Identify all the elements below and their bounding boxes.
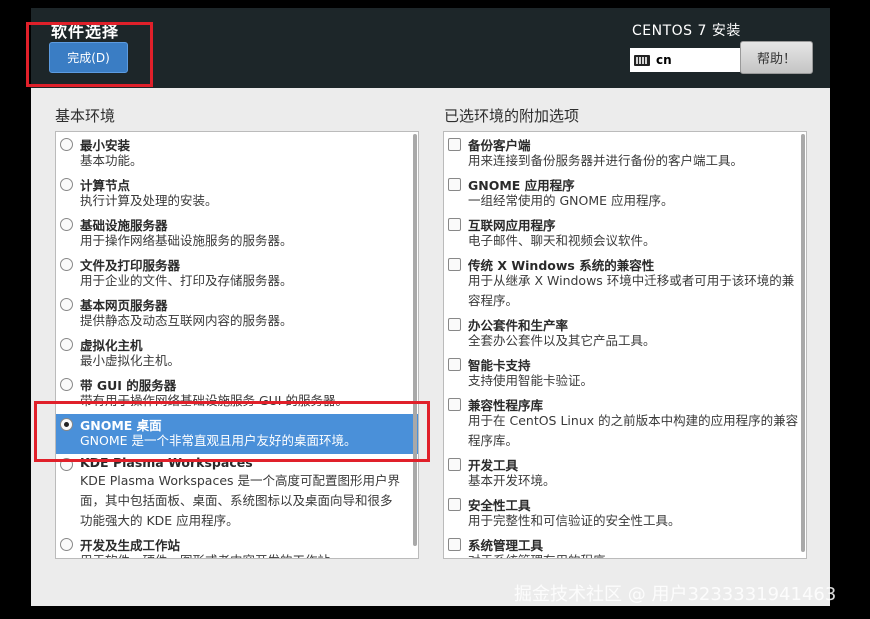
highlight-gnome-desktop: [34, 401, 430, 462]
environment-option[interactable]: 最小安装 基本功能。: [56, 134, 418, 174]
addon-option[interactable]: 兼容性程序库 用于在 CentOS Linux 的之前版本中构建的应用程序的兼容 …: [444, 394, 806, 454]
highlight-done-button: [26, 22, 153, 87]
addon-checkbox[interactable]: [448, 258, 461, 271]
base-environment-list: 开发及生成工作站用于软件、硬件、图形或者内容开发的工作站。KDE Plasma …: [55, 131, 419, 559]
keyboard-layout-label: cn: [656, 53, 672, 67]
addon-checkbox[interactable]: [448, 358, 461, 371]
keyboard-layout-indicator[interactable]: cn: [630, 48, 740, 72]
help-button[interactable]: 帮助！: [740, 41, 813, 74]
addon-option[interactable]: 智能卡支持 支持使用智能卡验证。: [444, 354, 806, 394]
addon-checkbox[interactable]: [448, 498, 461, 511]
environment-option[interactable]: 开发及生成工作站用于软件、硬件、图形或者内容开发的工作站。: [56, 534, 418, 558]
addons-list: 系统管理工具对于系统管理有用的程序。安全性工具用于完整性和可信验证的安全性工具。…: [443, 131, 807, 559]
addon-checkbox[interactable]: [448, 218, 461, 231]
option-description: 用于在 CentOS Linux 的之前版本中构建的应用程序的兼容 程序库。: [468, 413, 799, 448]
environment-option[interactable]: 文件及打印服务器 用于企业的文件、打印及存储服务器。: [56, 254, 418, 294]
option-description: 基本功能。: [80, 153, 143, 168]
watermark: 掘金技术社区 @ 用户3233331941463: [514, 584, 837, 605]
addon-checkbox[interactable]: [448, 458, 461, 471]
addon-option[interactable]: 传统 X Windows 系统的兼容性 用于从继承 X Windows 环境中迁移…: [444, 254, 806, 314]
option-description: 支持使用智能卡验证。: [468, 373, 594, 388]
environment-radio[interactable]: [60, 378, 73, 391]
option-description: 一组经常使用的 GNOME 应用程序。: [468, 193, 674, 208]
addon-checkbox[interactable]: [448, 538, 461, 551]
environment-radio[interactable]: [60, 258, 73, 271]
environment-option[interactable]: 计算节点 执行计算及处理的安装。: [56, 174, 418, 214]
environment-radio[interactable]: [60, 178, 73, 191]
addon-option[interactable]: 安全性工具 用于完整性和可信验证的安全性工具。: [444, 494, 806, 534]
addon-option[interactable]: 互联网应用程序 电子邮件、聊天和视频会议软件。: [444, 214, 806, 254]
option-description: 用于软件、硬件、图形或者内容开发的工作站。: [80, 551, 343, 558]
environment-radio[interactable]: [60, 538, 73, 551]
environment-radio[interactable]: [60, 218, 73, 231]
environment-option[interactable]: KDE Plasma Workspaces KDE Plasma Workspac…: [56, 454, 418, 534]
addon-option[interactable]: 开发工具 基本开发环境。: [444, 454, 806, 494]
option-description: 最小虚拟化主机。: [80, 353, 181, 368]
option-description: 用来连接到备份服务器并进行备份的客户端工具。: [468, 153, 744, 168]
addon-option[interactable]: 备份客户端 用来连接到备份服务器并进行备份的客户端工具。: [444, 134, 806, 174]
addon-option[interactable]: GNOME 应用程序 一组经常使用的 GNOME 应用程序。: [444, 174, 806, 214]
option-description: 基本开发环境。: [468, 473, 556, 488]
option-description: 用于企业的文件、打印及存储服务器。: [80, 273, 293, 288]
environment-radio[interactable]: [60, 298, 73, 311]
base-list-scrollbar[interactable]: [413, 134, 417, 546]
addons-list-scrollbar[interactable]: [801, 134, 805, 552]
product-title: CENTOS 7 安装: [632, 23, 741, 39]
keyboard-icon: [634, 54, 650, 66]
environment-option[interactable]: 基本网页服务器 提供静态及动态互联网内容的服务器。: [56, 294, 418, 334]
base-environment-label: 基本环境: [55, 107, 116, 125]
option-description: 用于完整性和可信验证的安全性工具。: [468, 513, 681, 528]
option-description: 全套办公套件以及其它产品工具。: [468, 333, 656, 348]
option-description: KDE Plasma Workspaces 是一个高度可配置图形用户界 面，其中…: [80, 473, 400, 528]
option-description: 用于从继承 X Windows 环境中迁移或者可用于该环境的兼 容程序。: [468, 273, 795, 308]
environment-option[interactable]: 虚拟化主机 最小虚拟化主机。: [56, 334, 418, 374]
addon-checkbox[interactable]: [448, 138, 461, 151]
addon-option[interactable]: 系统管理工具对于系统管理有用的程序。: [444, 534, 806, 558]
option-description: 提供静态及动态互联网内容的服务器。: [80, 313, 293, 328]
option-description: 电子邮件、聊天和视频会议软件。: [468, 233, 656, 248]
environment-radio[interactable]: [60, 138, 73, 151]
addon-checkbox[interactable]: [448, 318, 461, 331]
option-description: 用于操作网络基础设施服务的服务器。: [80, 233, 293, 248]
addon-checkbox[interactable]: [448, 178, 461, 191]
option-description: 对于系统管理有用的程序。: [468, 551, 618, 558]
environment-option[interactable]: 基础设施服务器 用于操作网络基础设施服务的服务器。: [56, 214, 418, 254]
environment-radio[interactable]: [60, 338, 73, 351]
option-description: 执行计算及处理的安装。: [80, 193, 218, 208]
addons-label: 已选环境的附加选项: [444, 107, 580, 125]
addon-checkbox[interactable]: [448, 398, 461, 411]
addon-option[interactable]: 办公套件和生产率 全套办公套件以及其它产品工具。: [444, 314, 806, 354]
